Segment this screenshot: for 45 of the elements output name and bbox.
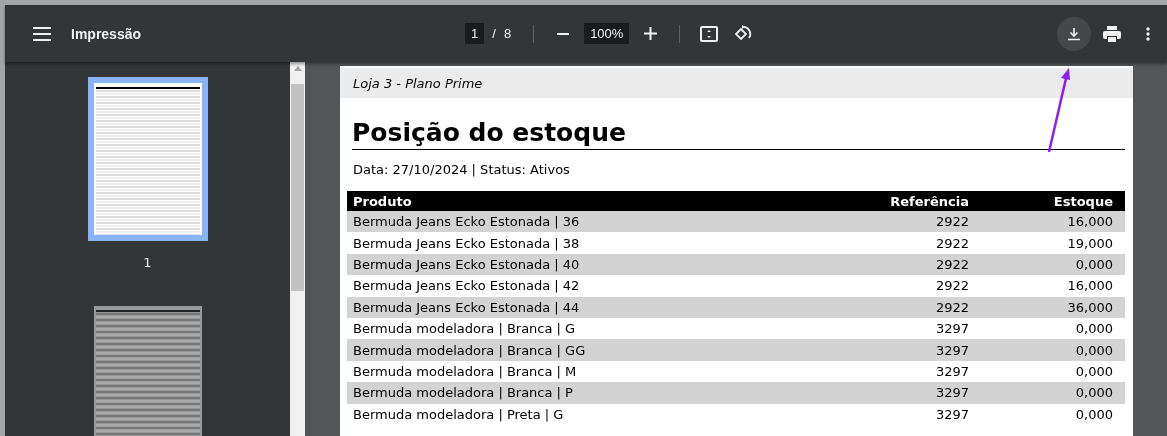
table-cell-text: 16,000 [1066, 214, 1113, 230]
table-cell-text: 0,000 [1074, 385, 1113, 401]
page-total: 8 [503, 26, 512, 41]
scrollbar[interactable] [290, 62, 305, 436]
table-cell-text: 3297 [934, 385, 969, 401]
table-cell-text: Bermuda modeladora | Branca | P [353, 385, 574, 401]
table-cell-text: 36,000 [1066, 299, 1113, 315]
column-header: Referência [889, 193, 969, 209]
thumbnail-page-number: 1 [143, 255, 152, 270]
table-cell-text: 0,000 [1074, 406, 1113, 422]
table-cell-text: 19,000 [1066, 235, 1113, 251]
download-icon[interactable] [1057, 16, 1091, 51]
table-cell-text: Bermuda modeladora | Branca | GG [353, 342, 587, 358]
table-cell-text: Bermuda Jeans Ecko Estonada | 38 [353, 235, 581, 251]
column-header: Produto [353, 193, 413, 209]
column-header: Estoque [1052, 193, 1113, 209]
table-cell-text: 0,000 [1074, 256, 1113, 272]
table-cell-text: 2922 [934, 214, 969, 230]
table-cell-text: 2922 [934, 299, 969, 315]
table-cell-text: 3297 [934, 406, 969, 422]
table-cell-text: 2922 [934, 256, 969, 272]
table-cell-text: Bermuda modeladora | Branca | G [353, 321, 577, 337]
table-cell-text: 0,000 [1074, 321, 1113, 337]
table-cell-text: 3297 [934, 321, 969, 337]
page-thumbnail[interactable] [87, 77, 208, 241]
table-cell-text: 3297 [934, 363, 969, 379]
table-cell-text: 2922 [934, 235, 969, 251]
zoom-field[interactable]: 100% [584, 23, 630, 44]
table-cell-text: Bermuda Jeans Ecko Estonada | 42 [353, 278, 581, 294]
table-cell-text: Bermuda Jeans Ecko Estonada | 40 [353, 256, 581, 272]
report-subtitle: Data: 27/10/2024 | Status: Ativos [353, 162, 571, 177]
table-cell-text: 2922 [934, 278, 969, 294]
document-title: Impressão [71, 25, 142, 42]
table-cell-text: Bermuda Jeans Ecko Estonada | 44 [353, 299, 581, 315]
page-separator: / [492, 26, 496, 41]
page-header: Loja 3 - Plano Prime [340, 68, 1133, 98]
table-cell-text: 0,000 [1074, 363, 1113, 379]
table-cell-text: Bermuda modeladora | Branca | M [353, 363, 578, 379]
table-cell-text: Bermuda modeladora | Preta | G [353, 406, 565, 422]
page-number-field[interactable]: 1 [465, 23, 485, 44]
table-cell-text: 3297 [934, 342, 969, 358]
table-cell-text: 0,000 [1074, 342, 1113, 358]
table-cell-text: 16,000 [1066, 278, 1113, 294]
report-title: Posição do estoque [352, 118, 1125, 150]
table-cell-text: Bermuda Jeans Ecko Estonada | 36 [353, 214, 581, 230]
